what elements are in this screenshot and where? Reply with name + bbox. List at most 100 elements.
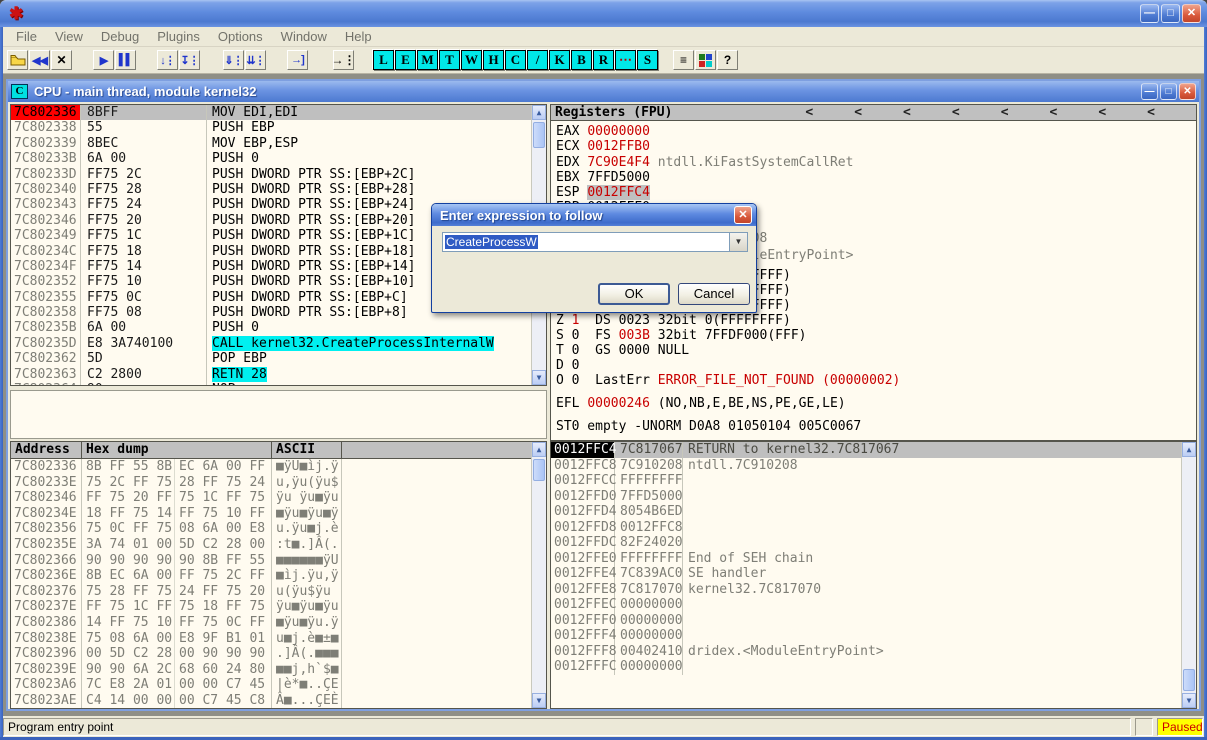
- cpu-window-titlebar[interactable]: C CPU - main thread, module kernel32 —□✕: [8, 81, 1199, 102]
- disasm-row[interactable]: 7C802363C2 2800RETN 28: [11, 367, 531, 382]
- dump-row[interactable]: 7C80234E18 FF 75 14FF 75 10 FF■ÿu■ÿu■ÿ: [11, 506, 531, 522]
- scrollbar-thumb[interactable]: [533, 459, 545, 481]
- stack-row[interactable]: 0012FFE0FFFFFFFFEnd of SEH chain: [551, 551, 1181, 567]
- minimize-button[interactable]: —: [1140, 4, 1159, 23]
- collapse-chevron-icon[interactable]: <: [1050, 105, 1058, 120]
- collapse-chevron-icon[interactable]: <: [903, 105, 911, 120]
- close-process-button[interactable]: ✕: [51, 50, 72, 70]
- stack-row[interactable]: 0012FFDC82F24020: [551, 535, 1181, 551]
- main-titlebar[interactable]: ✱ —□✕: [0, 0, 1207, 27]
- scrollbar-thumb[interactable]: [1183, 669, 1195, 691]
- dump-row[interactable]: 7C80236690 90 90 9090 8B FF 55■■■■■■ÿU: [11, 553, 531, 569]
- stack-pane[interactable]: 0012FFC47C817067RETURN to kernel32.7C817…: [550, 441, 1197, 709]
- stack-row[interactable]: 0012FFC47C817067RETURN to kernel32.7C817…: [551, 442, 1181, 458]
- step-over-button[interactable]: ↧⋮: [179, 50, 200, 70]
- menu-file[interactable]: File: [7, 29, 46, 44]
- view-call-stack-button[interactable]: K: [549, 50, 570, 70]
- appearance-button[interactable]: [695, 50, 716, 70]
- register-row[interactable]: O 0 LastErr ERROR_FILE_NOT_FOUND (000000…: [556, 373, 1196, 388]
- disasm-row[interactable]: 7C80236490NOP: [11, 382, 531, 386]
- scroll-up-icon[interactable]: ▲: [532, 442, 546, 457]
- view-breakpoints-button[interactable]: B: [571, 50, 592, 70]
- dialog-close-icon[interactable]: ✕: [734, 206, 752, 224]
- view-threads-button[interactable]: T: [439, 50, 460, 70]
- dump-row[interactable]: 7C80236E8B EC 6A 00FF 75 2C FF■ìj.ÿu,ÿ: [11, 568, 531, 584]
- register-row[interactable]: EDX 7C90E4F4 ntdll.KiFastSystemCallRet: [556, 155, 1196, 170]
- stack-row[interactable]: 0012FFD80012FFC8: [551, 520, 1181, 536]
- stack-row[interactable]: 0012FFC87C910208ntdll.7C910208: [551, 458, 1181, 474]
- register-row[interactable]: D 0: [556, 358, 1196, 373]
- register-row[interactable]: T 0 GS 0000 NULL: [556, 343, 1196, 358]
- register-row[interactable]: S 0 FS 003B 32bit 7FFDF000(FFF): [556, 328, 1196, 343]
- execute-till-return-button[interactable]: →]: [287, 50, 308, 70]
- collapse-chevron-icon[interactable]: <: [1147, 105, 1155, 120]
- open-file-button[interactable]: [7, 50, 28, 70]
- menu-options[interactable]: Options: [209, 29, 272, 44]
- disasm-row[interactable]: 7C80235B6A 00PUSH 0: [11, 320, 531, 335]
- register-row[interactable]: ESP 0012FFC4: [556, 185, 1196, 200]
- combobox-dropdown-icon[interactable]: ▼: [729, 233, 747, 251]
- scroll-down-icon[interactable]: ▼: [532, 693, 546, 708]
- dump-scrollbar[interactable]: ▲ ▼: [531, 442, 546, 708]
- register-row[interactable]: EBX 7FFD5000: [556, 170, 1196, 185]
- menu-debug[interactable]: Debug: [92, 29, 148, 44]
- collapse-chevron-icon[interactable]: <: [952, 105, 960, 120]
- close-button[interactable]: ✕: [1182, 4, 1201, 23]
- view-windows-button[interactable]: W: [461, 50, 482, 70]
- dump-row[interactable]: 7C80238E75 08 6A 00E8 9F B1 01u■j.è■±■: [11, 631, 531, 647]
- stack-row[interactable]: 0012FFD48054B6ED: [551, 504, 1181, 520]
- scroll-down-icon[interactable]: ▼: [1182, 693, 1196, 708]
- stack-row[interactable]: 0012FFF800402410dridex.<ModuleEntryPoint…: [551, 644, 1181, 660]
- close-button[interactable]: ✕: [1179, 83, 1196, 100]
- register-row[interactable]: ECX 0012FFB0: [556, 139, 1196, 154]
- pause-button[interactable]: ▌▌: [115, 50, 136, 70]
- disasm-row[interactable]: 7C8023625DPOP EBP: [11, 351, 531, 366]
- scroll-up-icon[interactable]: ▲: [532, 105, 546, 120]
- dump-row[interactable]: 7C802346FF 75 20 FF75 1C FF 75ÿu ÿu■ÿu: [11, 490, 531, 506]
- expression-value[interactable]: CreateProcessW: [445, 235, 538, 249]
- menu-help[interactable]: Help: [336, 29, 381, 44]
- help-button[interactable]: ?: [717, 50, 738, 70]
- view-executables-button[interactable]: E: [395, 50, 416, 70]
- collapse-chevron-icon[interactable]: <: [854, 105, 862, 120]
- register-row[interactable]: ST0 empty -UNORM D0A8 01050104 005C0067: [556, 419, 1196, 434]
- hex-dump-pane[interactable]: Address Hex dump ASCII 7C8023368B FF 55 …: [10, 441, 547, 709]
- disasm-row[interactable]: 7C80235DE8 3A740100CALL kernel32.CreateP…: [11, 336, 531, 351]
- dump-row[interactable]: 7C8023A67C E8 2A 0100 00 C7 45|è*■..ÇE: [11, 677, 531, 693]
- dump-row[interactable]: 7C80235675 0C FF 7508 6A 00 E8u.ÿu■j.è: [11, 521, 531, 537]
- minimize-button[interactable]: —: [1141, 83, 1158, 100]
- cancel-button[interactable]: Cancel: [678, 283, 750, 305]
- register-row[interactable]: Z 1 DS 0023 32bit 0(FFFFFFFF): [556, 313, 1196, 328]
- ok-button[interactable]: OK: [598, 283, 670, 305]
- register-row[interactable]: EAX 00000000: [556, 124, 1196, 139]
- view-log-button[interactable]: L: [373, 50, 394, 70]
- scroll-up-icon[interactable]: ▲: [1182, 442, 1196, 457]
- disasm-row[interactable]: 7C80233855PUSH EBP: [11, 120, 531, 135]
- dialog-titlebar[interactable]: Enter expression to follow ✕: [432, 204, 756, 226]
- view-references-button[interactable]: R: [593, 50, 614, 70]
- stack-row[interactable]: 0012FFF400000000: [551, 628, 1181, 644]
- view-source-button[interactable]: S: [637, 50, 658, 70]
- dump-row[interactable]: 7C80237EFF 75 1C FF75 18 FF 75ÿu■ÿu■ÿu: [11, 599, 531, 615]
- view-memory-button[interactable]: M: [417, 50, 438, 70]
- animate-over-button[interactable]: ⇊⋮: [245, 50, 266, 70]
- view-cpu-button[interactable]: C: [505, 50, 526, 70]
- stack-row[interactable]: 0012FFD07FFD5000: [551, 489, 1181, 505]
- dump-row[interactable]: 7C80235E3A 74 01 005D C2 28 00:t■.]Â(.: [11, 537, 531, 553]
- stack-scrollbar[interactable]: ▲ ▼: [1181, 442, 1196, 708]
- go-to-address-button[interactable]: →⋮: [333, 50, 354, 70]
- stack-row[interactable]: 0012FFEC00000000: [551, 597, 1181, 613]
- step-into-button[interactable]: ↓⋮: [157, 50, 178, 70]
- animate-into-button[interactable]: ⇓⋮: [223, 50, 244, 70]
- maximize-button[interactable]: □: [1161, 4, 1180, 23]
- scroll-down-icon[interactable]: ▼: [532, 370, 546, 385]
- menu-window[interactable]: Window: [272, 29, 336, 44]
- options-button[interactable]: ≡: [673, 50, 694, 70]
- disasm-row[interactable]: 7C8023398BECMOV EBP,ESP: [11, 136, 531, 151]
- stack-row[interactable]: 0012FFF000000000: [551, 613, 1181, 629]
- menu-view[interactable]: View: [46, 29, 92, 44]
- restart-button[interactable]: ◀◀: [29, 50, 50, 70]
- collapse-chevron-icon[interactable]: <: [1098, 105, 1106, 120]
- dump-row[interactable]: 7C80238614 FF 75 10FF 75 0C FF■ÿu■ÿu.ÿ: [11, 615, 531, 631]
- collapse-chevron-icon[interactable]: <: [1001, 105, 1009, 120]
